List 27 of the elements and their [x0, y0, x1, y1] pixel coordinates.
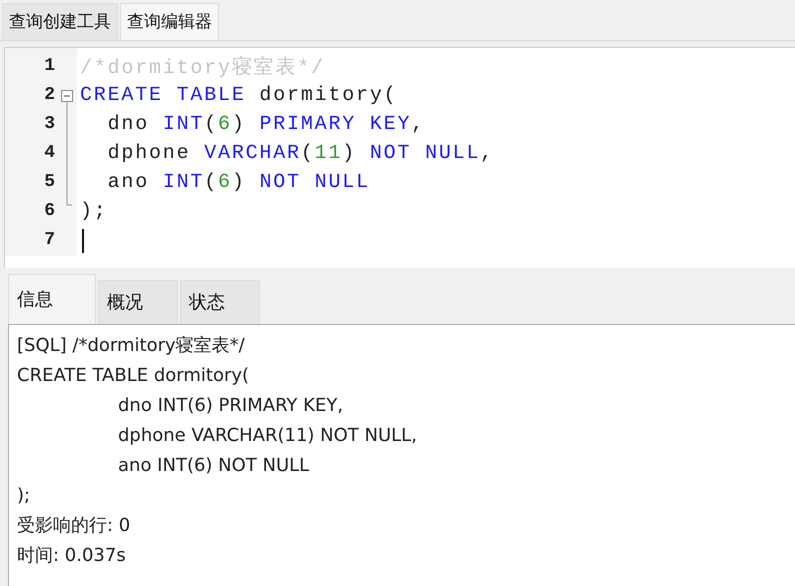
line-number: 5: [43, 171, 55, 194]
result-tab[interactable]: 状态: [180, 280, 260, 324]
message-line: CREATE TABLE dormitory(: [17, 365, 250, 386]
line-number: 6: [43, 200, 55, 223]
code-line: dno INT(6) PRIMARY KEY,: [106, 113, 426, 136]
editor-tab[interactable]: 查询创建工具: [2, 3, 118, 40]
code-editor[interactable]: 1 2 3 4 5 6 7 /*dormitory寝室表*/ CREATE TABLE dormitory( dno INT(6) PRIMARY KEY, dphone VARCHAR(11) NOT NULL, ano INT(6) NOT NULL );: [4, 47, 795, 268]
code-line: CREATE TABLE dormitory(: [80, 84, 398, 107]
message-line: ano INT(6) NOT NULL: [118, 455, 310, 476]
result-tab[interactable]: 概况: [98, 280, 178, 324]
line-number: 4: [43, 142, 55, 165]
code-line: );: [80, 200, 108, 223]
message-line: dno INT(6) PRIMARY KEY,: [118, 395, 344, 416]
message-line: dphone VARCHAR(11) NOT NULL,: [118, 425, 417, 446]
editor-tab[interactable]: 查询编辑器: [120, 3, 219, 40]
result-tab[interactable]: 信息: [8, 274, 96, 324]
message-line: );: [17, 485, 30, 506]
code-line: /*dormitory寝室表*/: [80, 55, 325, 80]
code-line: dphone VARCHAR(11) NOT NULL,: [106, 142, 494, 165]
line-number: 1: [43, 55, 55, 78]
code-line: ano INT(6) NOT NULL: [106, 171, 370, 194]
message-line: [SQL] /*dormitory寝室表*/: [17, 335, 245, 356]
message-line: 受影响的行: 0: [17, 515, 130, 536]
line-number: 3: [43, 113, 55, 136]
message-line: 时间: 0.037s: [17, 545, 126, 566]
line-number: 7: [43, 229, 55, 252]
line-number: 2: [43, 84, 55, 107]
